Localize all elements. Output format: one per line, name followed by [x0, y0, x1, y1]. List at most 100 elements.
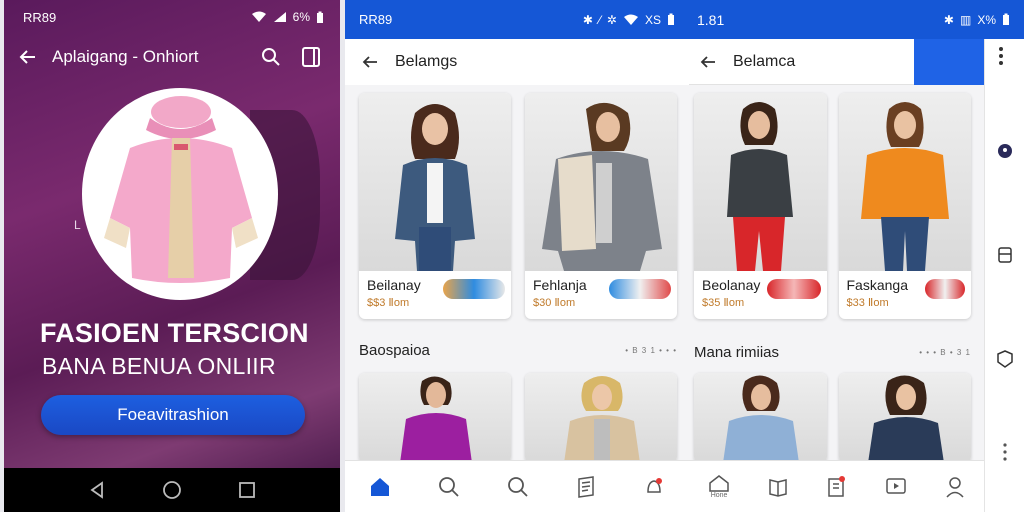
nav-list[interactable] [826, 475, 846, 498]
model-beige-coat-photo [564, 376, 640, 463]
app-bar: Belamgs [345, 39, 689, 85]
product-card[interactable]: Faskanga $33 Ⅱom [838, 93, 971, 319]
more-vert-icon[interactable] [999, 47, 1003, 65]
rail-item-profile[interactable] [995, 141, 1015, 161]
section-title: Mana rimiias [694, 344, 780, 361]
product-photo [694, 373, 827, 463]
search-icon [438, 476, 459, 497]
more-vert-icon[interactable] [1003, 443, 1007, 461]
promo-badge [609, 279, 671, 299]
rail-item-layers[interactable] [995, 245, 1015, 265]
product-card[interactable] [525, 373, 677, 463]
bookmark-button[interactable] [296, 42, 326, 72]
page-title: Belamca [733, 52, 796, 70]
back-arrow-icon[interactable] [699, 53, 717, 71]
product-card[interactable]: Fehlanja $30 Ⅱom [525, 93, 677, 319]
battery-icon [317, 11, 323, 23]
product-grid-secondary [359, 373, 677, 463]
page-title: Belamgs [395, 53, 458, 70]
bottom-navigation: Hone [689, 460, 984, 512]
product-photo [525, 373, 677, 463]
product-photo [838, 93, 971, 271]
section-more[interactable]: • • • B • 3 1 [919, 348, 971, 357]
bluetooth-icon: ✱ [582, 12, 593, 27]
product-photo [359, 93, 511, 271]
rail-item-shield[interactable] [995, 349, 1015, 369]
model-grey-coat-photo [542, 102, 662, 271]
back-arrow-icon[interactable] [361, 53, 379, 71]
nav-notifications[interactable] [643, 476, 665, 498]
battery-icon [1003, 13, 1009, 25]
cta-button[interactable]: Foeavitrashion [41, 395, 305, 435]
product-grid: Beolanay $35 Ⅱom Faskanga $33 Ⅱom [694, 93, 971, 319]
product-card[interactable] [838, 373, 971, 463]
nav-explore[interactable] [507, 476, 529, 498]
promo-badge [925, 279, 965, 299]
panel-icon [302, 47, 320, 67]
section-header: Baospaioa • B 3 1 • • • [359, 342, 677, 359]
catalog-screen: RR89 ✱ ⁄ ✲ XS Belamgs Beilanay $$3 Ⅱom F… [345, 0, 689, 512]
battery-icon [668, 13, 674, 25]
back-arrow-icon[interactable] [18, 47, 38, 67]
model-denim-jacket-photo [395, 104, 475, 271]
header-accent [914, 39, 984, 85]
book-icon [769, 478, 788, 497]
subheadline: BANA BENUA ONLIIR [42, 353, 276, 379]
nav-profile[interactable] [945, 476, 965, 498]
shield-icon [997, 350, 1013, 368]
person-icon [946, 476, 964, 498]
nav-home-label: Hone [710, 492, 728, 499]
product-photo [838, 373, 971, 463]
headline: FASIOEN TERSCION [40, 318, 309, 348]
splash-screen: RR89 6% Aplaigang - Onhiort L FASIOEN TE… [4, 0, 340, 512]
home-outline-icon [709, 475, 729, 492]
promo-badge [766, 279, 821, 299]
product-photo [525, 93, 677, 271]
section-more[interactable]: • B 3 1 • • • [625, 346, 677, 355]
sync-icon: ✲ [606, 12, 617, 27]
status-time: RR89 [359, 12, 393, 27]
wifi-icon [623, 14, 638, 25]
nav-book[interactable] [768, 477, 788, 497]
status-bar: RR89 6% [4, 0, 340, 34]
nav-back-icon[interactable] [88, 481, 106, 499]
hero-marker: L [74, 218, 81, 232]
media-icon [885, 477, 906, 494]
product-card[interactable] [694, 373, 827, 463]
system-nav-bar [4, 468, 340, 512]
product-grid-secondary [694, 373, 971, 463]
search-button[interactable] [256, 42, 286, 72]
network-icon: ▥ [959, 12, 972, 27]
list-icon [828, 475, 846, 497]
product-photo [694, 93, 827, 271]
product-card[interactable] [359, 373, 511, 463]
bottom-navigation [345, 460, 689, 512]
model-orange-sweater-photo [860, 102, 949, 271]
bell-icon [647, 477, 663, 493]
catalog-icon [578, 475, 594, 498]
nav-catalog[interactable] [576, 475, 596, 498]
nav-home-icon[interactable] [162, 480, 182, 500]
wifi-icon [251, 11, 266, 22]
model-red-pants-photo [727, 102, 794, 271]
status-time: RR89 [23, 9, 57, 25]
bluetooth-icon: ✱ [943, 12, 954, 27]
promo-badge [443, 279, 505, 299]
status-time: 1.81 [697, 11, 725, 28]
app-title: Aplaigang - Onhiort [52, 47, 199, 66]
side-rail [984, 39, 1024, 512]
app-bar: Belamca [689, 39, 914, 85]
nav-home[interactable] [369, 476, 391, 498]
product-photo [359, 373, 511, 463]
product-grid: Beilanay $$3 Ⅱom Fehlanja $30 Ⅱom [359, 93, 677, 319]
hero-image [82, 88, 278, 300]
status-bar: RR89 ✱ ⁄ ✲ XS [345, 0, 689, 39]
product-card[interactable]: Beilanay $$3 Ⅱom [359, 93, 511, 319]
nav-home[interactable]: Hone [708, 474, 730, 499]
nav-recents-icon[interactable] [238, 481, 256, 499]
nav-media[interactable] [885, 477, 907, 497]
nav-search[interactable] [438, 476, 460, 498]
product-card[interactable]: Beolanay $35 Ⅱom [694, 93, 827, 319]
status-bar: 1.81 ✱ ▥ X% [689, 0, 1024, 39]
catalog-screen-alt: 1.81 ✱ ▥ X% Belamca Beolanay $35 Ⅱom Fas… [689, 0, 1024, 512]
